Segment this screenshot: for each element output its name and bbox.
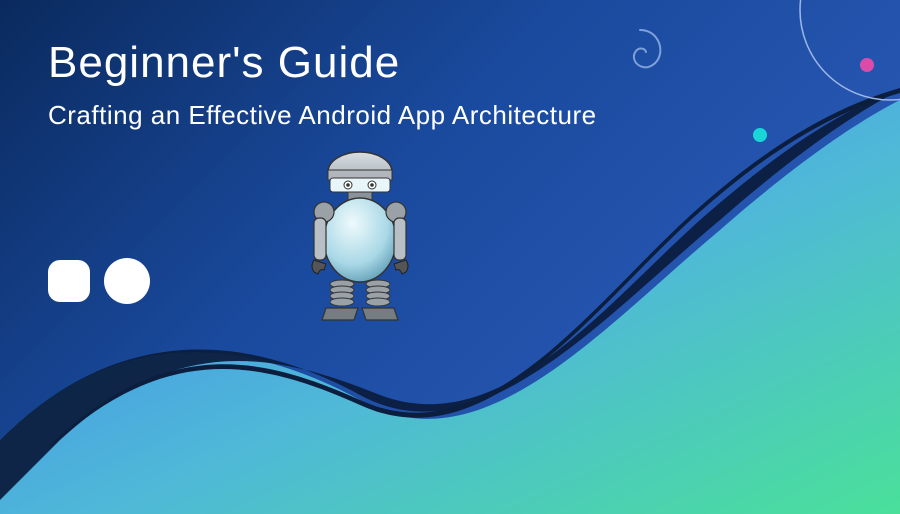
rounded-square-icon (48, 260, 90, 302)
decorative-shapes (48, 258, 150, 304)
page-title: Beginner's Guide (48, 38, 400, 88)
spiral-icon (610, 20, 670, 80)
cyan-dot-icon (753, 128, 767, 142)
circle-icon (104, 258, 150, 304)
robot-character-icon (280, 150, 440, 330)
arc-icon (760, 0, 900, 140)
magenta-dot-icon (860, 58, 874, 72)
page-subtitle: Crafting an Effective Android App Archit… (48, 100, 597, 131)
